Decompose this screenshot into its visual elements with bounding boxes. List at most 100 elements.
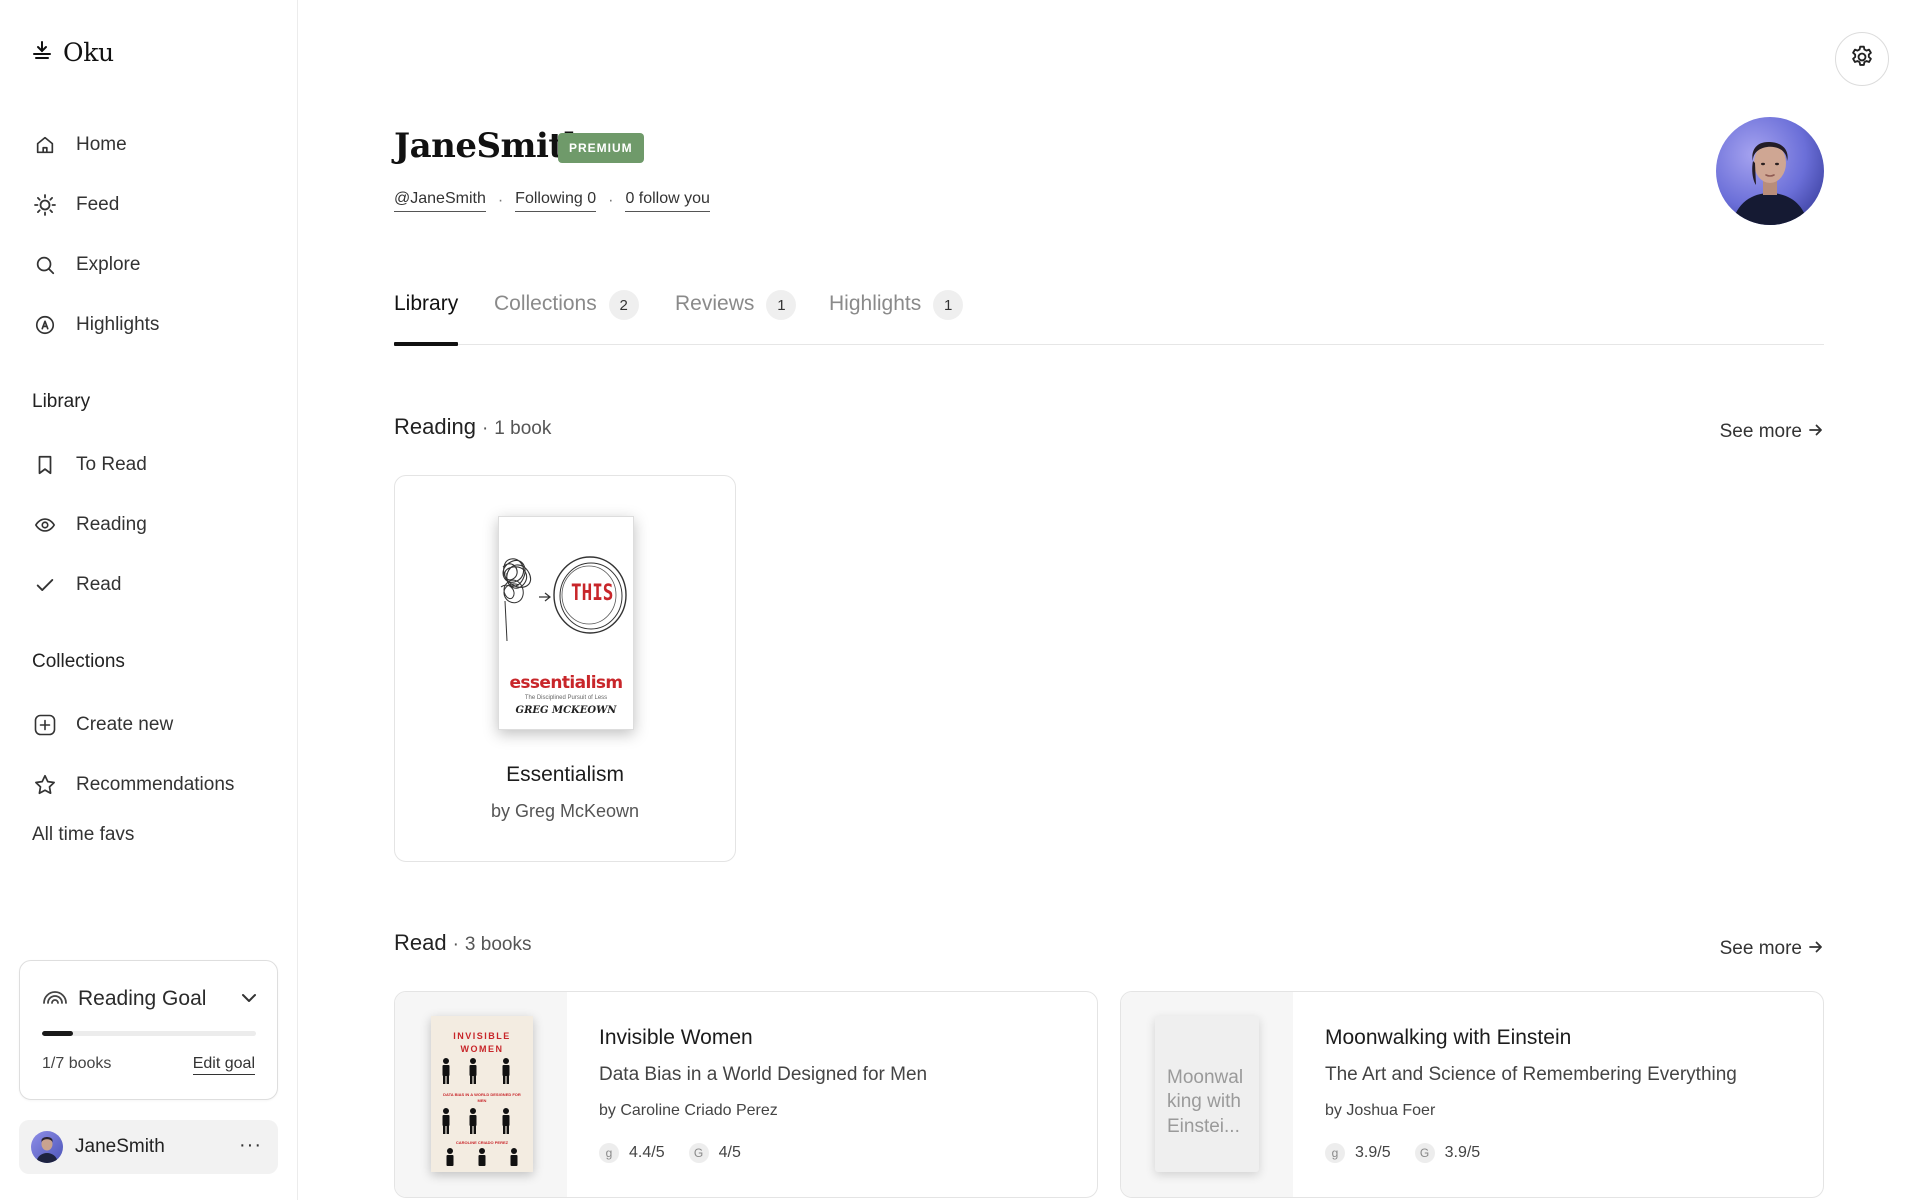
chevron-down-icon[interactable] bbox=[241, 991, 257, 1009]
reading-section-header: Reading · 1 book bbox=[394, 414, 551, 440]
gear-icon bbox=[1849, 44, 1875, 75]
goodreads-icon: g bbox=[1325, 1143, 1345, 1163]
edit-goal-link[interactable]: Edit goal bbox=[192, 1055, 255, 1075]
book-card-moonwalking-with-einstein[interactable]: Moonwalking with Einstei... Moonwalking … bbox=[1120, 991, 1824, 1198]
tab-highlights[interactable]: Highlights 1 bbox=[829, 290, 964, 345]
create-collection-button[interactable]: Create new bbox=[32, 709, 173, 741]
recommendations-label: Recommendations bbox=[76, 774, 235, 795]
book-title: Moonwalking with Einstein bbox=[1325, 1026, 1572, 1049]
reading-see-more-link[interactable]: See more bbox=[1720, 421, 1824, 443]
nav-highlights[interactable]: Highlights bbox=[32, 309, 159, 341]
section-separator: · bbox=[452, 934, 459, 955]
reading-goal-card: Reading Goal 1/7 books Edit goal bbox=[19, 960, 278, 1100]
user-avatar bbox=[31, 1131, 63, 1163]
goodreads-icon: g bbox=[599, 1143, 619, 1163]
tab-library-label: Library bbox=[394, 292, 459, 315]
book-cover-placeholder: Moonwalking with Einstei... bbox=[1155, 1016, 1259, 1172]
read-section-header: Read · 3 books bbox=[394, 930, 531, 956]
tab-reviews-label: Reviews bbox=[675, 292, 755, 315]
sun-icon bbox=[32, 192, 58, 218]
reading-section-count: 1 book bbox=[494, 418, 552, 439]
user-menu[interactable]: JaneSmith ··· bbox=[19, 1120, 278, 1174]
app-name: Oku bbox=[63, 38, 114, 67]
meta-separator: · bbox=[608, 192, 614, 209]
star-icon bbox=[32, 772, 58, 798]
cover-author: GREG MCKEOWN bbox=[515, 705, 617, 716]
profile-handle-link[interactable]: @JaneSmith bbox=[394, 190, 486, 212]
book-card-invisible-women[interactable]: INVISIBLE WOMEN DATA BIAS IN A WORLD DES… bbox=[394, 991, 1098, 1198]
book-subtitle: The Art and Science of Remembering Every… bbox=[1325, 1064, 1737, 1085]
tab-highlights-count: 1 bbox=[933, 290, 964, 320]
tab-collections[interactable]: Collections 2 bbox=[494, 290, 639, 345]
nav-recommendations[interactable]: Recommendations bbox=[32, 769, 234, 801]
arrow-right-icon bbox=[1808, 938, 1824, 960]
premium-badge: PREMIUM bbox=[558, 133, 644, 163]
collections-section-title: Collections bbox=[32, 651, 125, 672]
reading-goal-title: Reading Goal bbox=[78, 986, 207, 1010]
cover-word: THIS bbox=[571, 581, 614, 606]
oku-logo-icon bbox=[31, 39, 53, 66]
reading-section-title: Reading bbox=[394, 414, 476, 439]
book-cover-essentialism: THIS essentialism The Disciplined Pursui… bbox=[498, 516, 634, 730]
goodreads-rating: 4.4/5 bbox=[629, 1144, 665, 1161]
more-icon[interactable]: ··· bbox=[239, 1134, 262, 1157]
see-more-label: See more bbox=[1719, 421, 1802, 442]
create-new-label: Create new bbox=[76, 714, 174, 735]
see-more-label: See more bbox=[1719, 938, 1802, 959]
book-ratings: g 4.4/5 G 4/5 bbox=[599, 1143, 765, 1163]
read-section-title: Read bbox=[394, 930, 447, 955]
nav-home[interactable]: Home bbox=[32, 129, 127, 161]
nav-read[interactable]: Read bbox=[32, 569, 121, 601]
nav-home-label: Home bbox=[76, 134, 127, 155]
nav-to-read[interactable]: To Read bbox=[32, 449, 147, 481]
nav-explore[interactable]: Explore bbox=[32, 249, 140, 281]
google-rating: 3.9/5 bbox=[1444, 1144, 1481, 1161]
tab-library[interactable]: Library bbox=[394, 290, 459, 346]
read-section-count: 3 books bbox=[464, 934, 532, 955]
book-title: Essentialism bbox=[506, 763, 624, 786]
book-ratings: g 3.9/5 G 3.9/5 bbox=[1325, 1143, 1504, 1163]
reading-goal-progress-bar bbox=[42, 1031, 256, 1036]
reading-goal-header[interactable]: Reading Goal bbox=[42, 985, 206, 1012]
nav-read-label: Read bbox=[76, 574, 122, 595]
read-see-more-link[interactable]: See more bbox=[1720, 938, 1824, 960]
book-title: Invisible Women bbox=[599, 1026, 753, 1049]
google-icon: G bbox=[688, 1143, 709, 1163]
cover-subtitle: The Disciplined Pursuit of Less bbox=[524, 695, 608, 701]
book-cover-invisible-women: INVISIBLE WOMEN DATA BIAS IN A WORLD DES… bbox=[431, 1016, 533, 1172]
cover-zone: INVISIBLE WOMEN DATA BIAS IN A WORLD DES… bbox=[395, 992, 567, 1197]
cover-zone: Moonwalking with Einstei... bbox=[1121, 992, 1293, 1197]
user-name: JaneSmith bbox=[75, 1136, 165, 1157]
following-link[interactable]: Following 0 bbox=[515, 190, 597, 212]
eye-icon bbox=[32, 512, 58, 538]
reading-goal-progress-fill bbox=[42, 1031, 73, 1036]
home-icon bbox=[32, 132, 58, 158]
book-card-essentialism[interactable]: THIS essentialism The Disciplined Pursui… bbox=[394, 475, 736, 862]
tab-highlights-label: Highlights bbox=[829, 292, 922, 315]
app-logo[interactable]: Oku bbox=[31, 38, 114, 67]
nav-feed[interactable]: Feed bbox=[32, 189, 119, 221]
plus-square-icon bbox=[32, 712, 58, 738]
profile-avatar[interactable] bbox=[1716, 117, 1824, 225]
nav-all-time-favs[interactable]: All time favs bbox=[32, 824, 134, 846]
nav-reading[interactable]: Reading bbox=[32, 509, 147, 541]
tab-reviews-count: 1 bbox=[766, 290, 797, 320]
sidebar: Oku Home Feed Explore Highlights Library… bbox=[0, 0, 298, 1200]
book-author: by Greg McKeown bbox=[490, 801, 640, 821]
settings-button[interactable] bbox=[1835, 32, 1889, 86]
cover-subtitle: DATA BIAS IN A WORLD DESIGNED FOR MEN bbox=[443, 1092, 521, 1103]
followers-link[interactable]: 0 follow you bbox=[625, 190, 710, 212]
nav-feed-label: Feed bbox=[76, 194, 120, 215]
cover-title: essentialism bbox=[509, 673, 623, 693]
meta-separator: · bbox=[497, 192, 504, 209]
nav-highlights-label: Highlights bbox=[76, 314, 160, 335]
arrow-right-icon bbox=[1808, 421, 1824, 443]
bookmark-icon bbox=[32, 452, 58, 478]
book-author: by Caroline Criado Perez bbox=[599, 1102, 778, 1119]
highlights-icon bbox=[32, 312, 58, 338]
rainbow-icon bbox=[42, 985, 68, 1012]
tab-reviews[interactable]: Reviews 1 bbox=[675, 290, 797, 345]
library-section-title: Library bbox=[32, 391, 91, 412]
profile-tabs: Library Collections 2 Reviews 1 Highligh… bbox=[394, 290, 1824, 346]
nav-to-read-label: To Read bbox=[76, 454, 147, 475]
